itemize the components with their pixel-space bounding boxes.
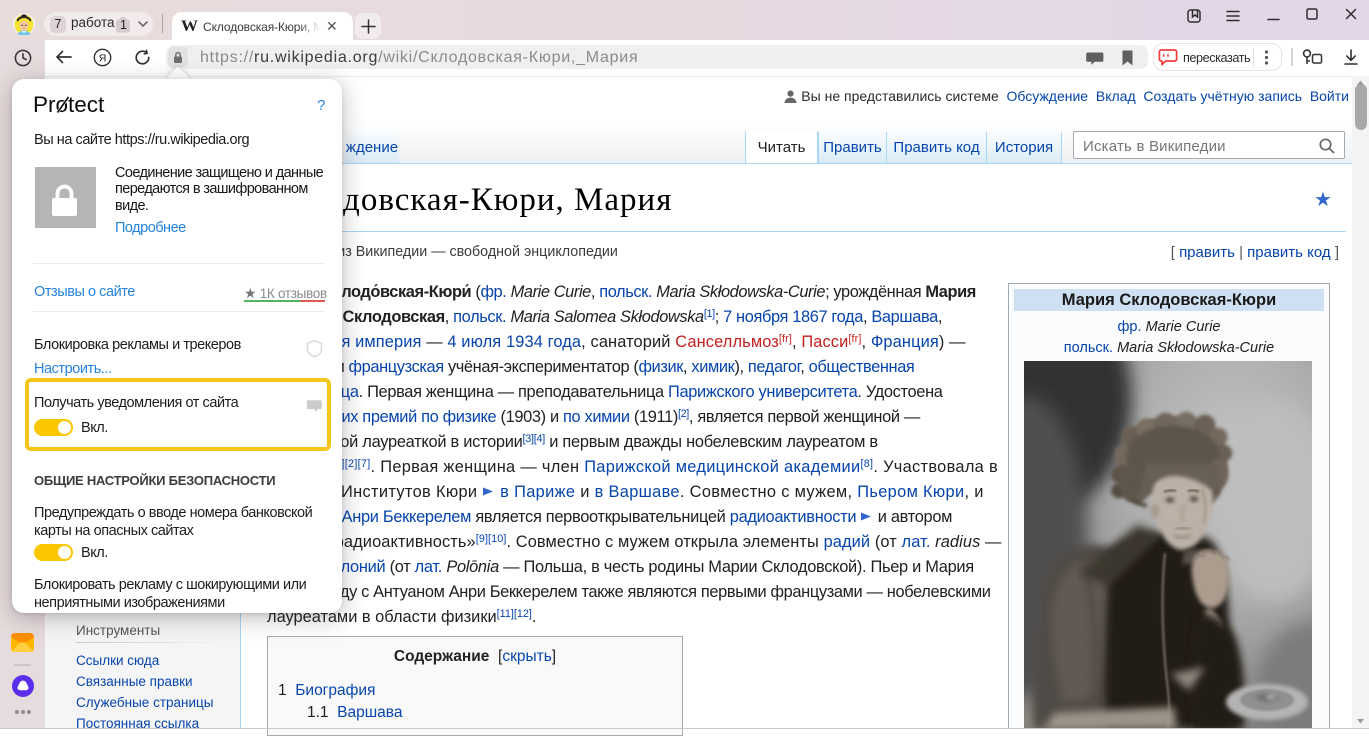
svg-text:Я: Я <box>99 52 107 64</box>
